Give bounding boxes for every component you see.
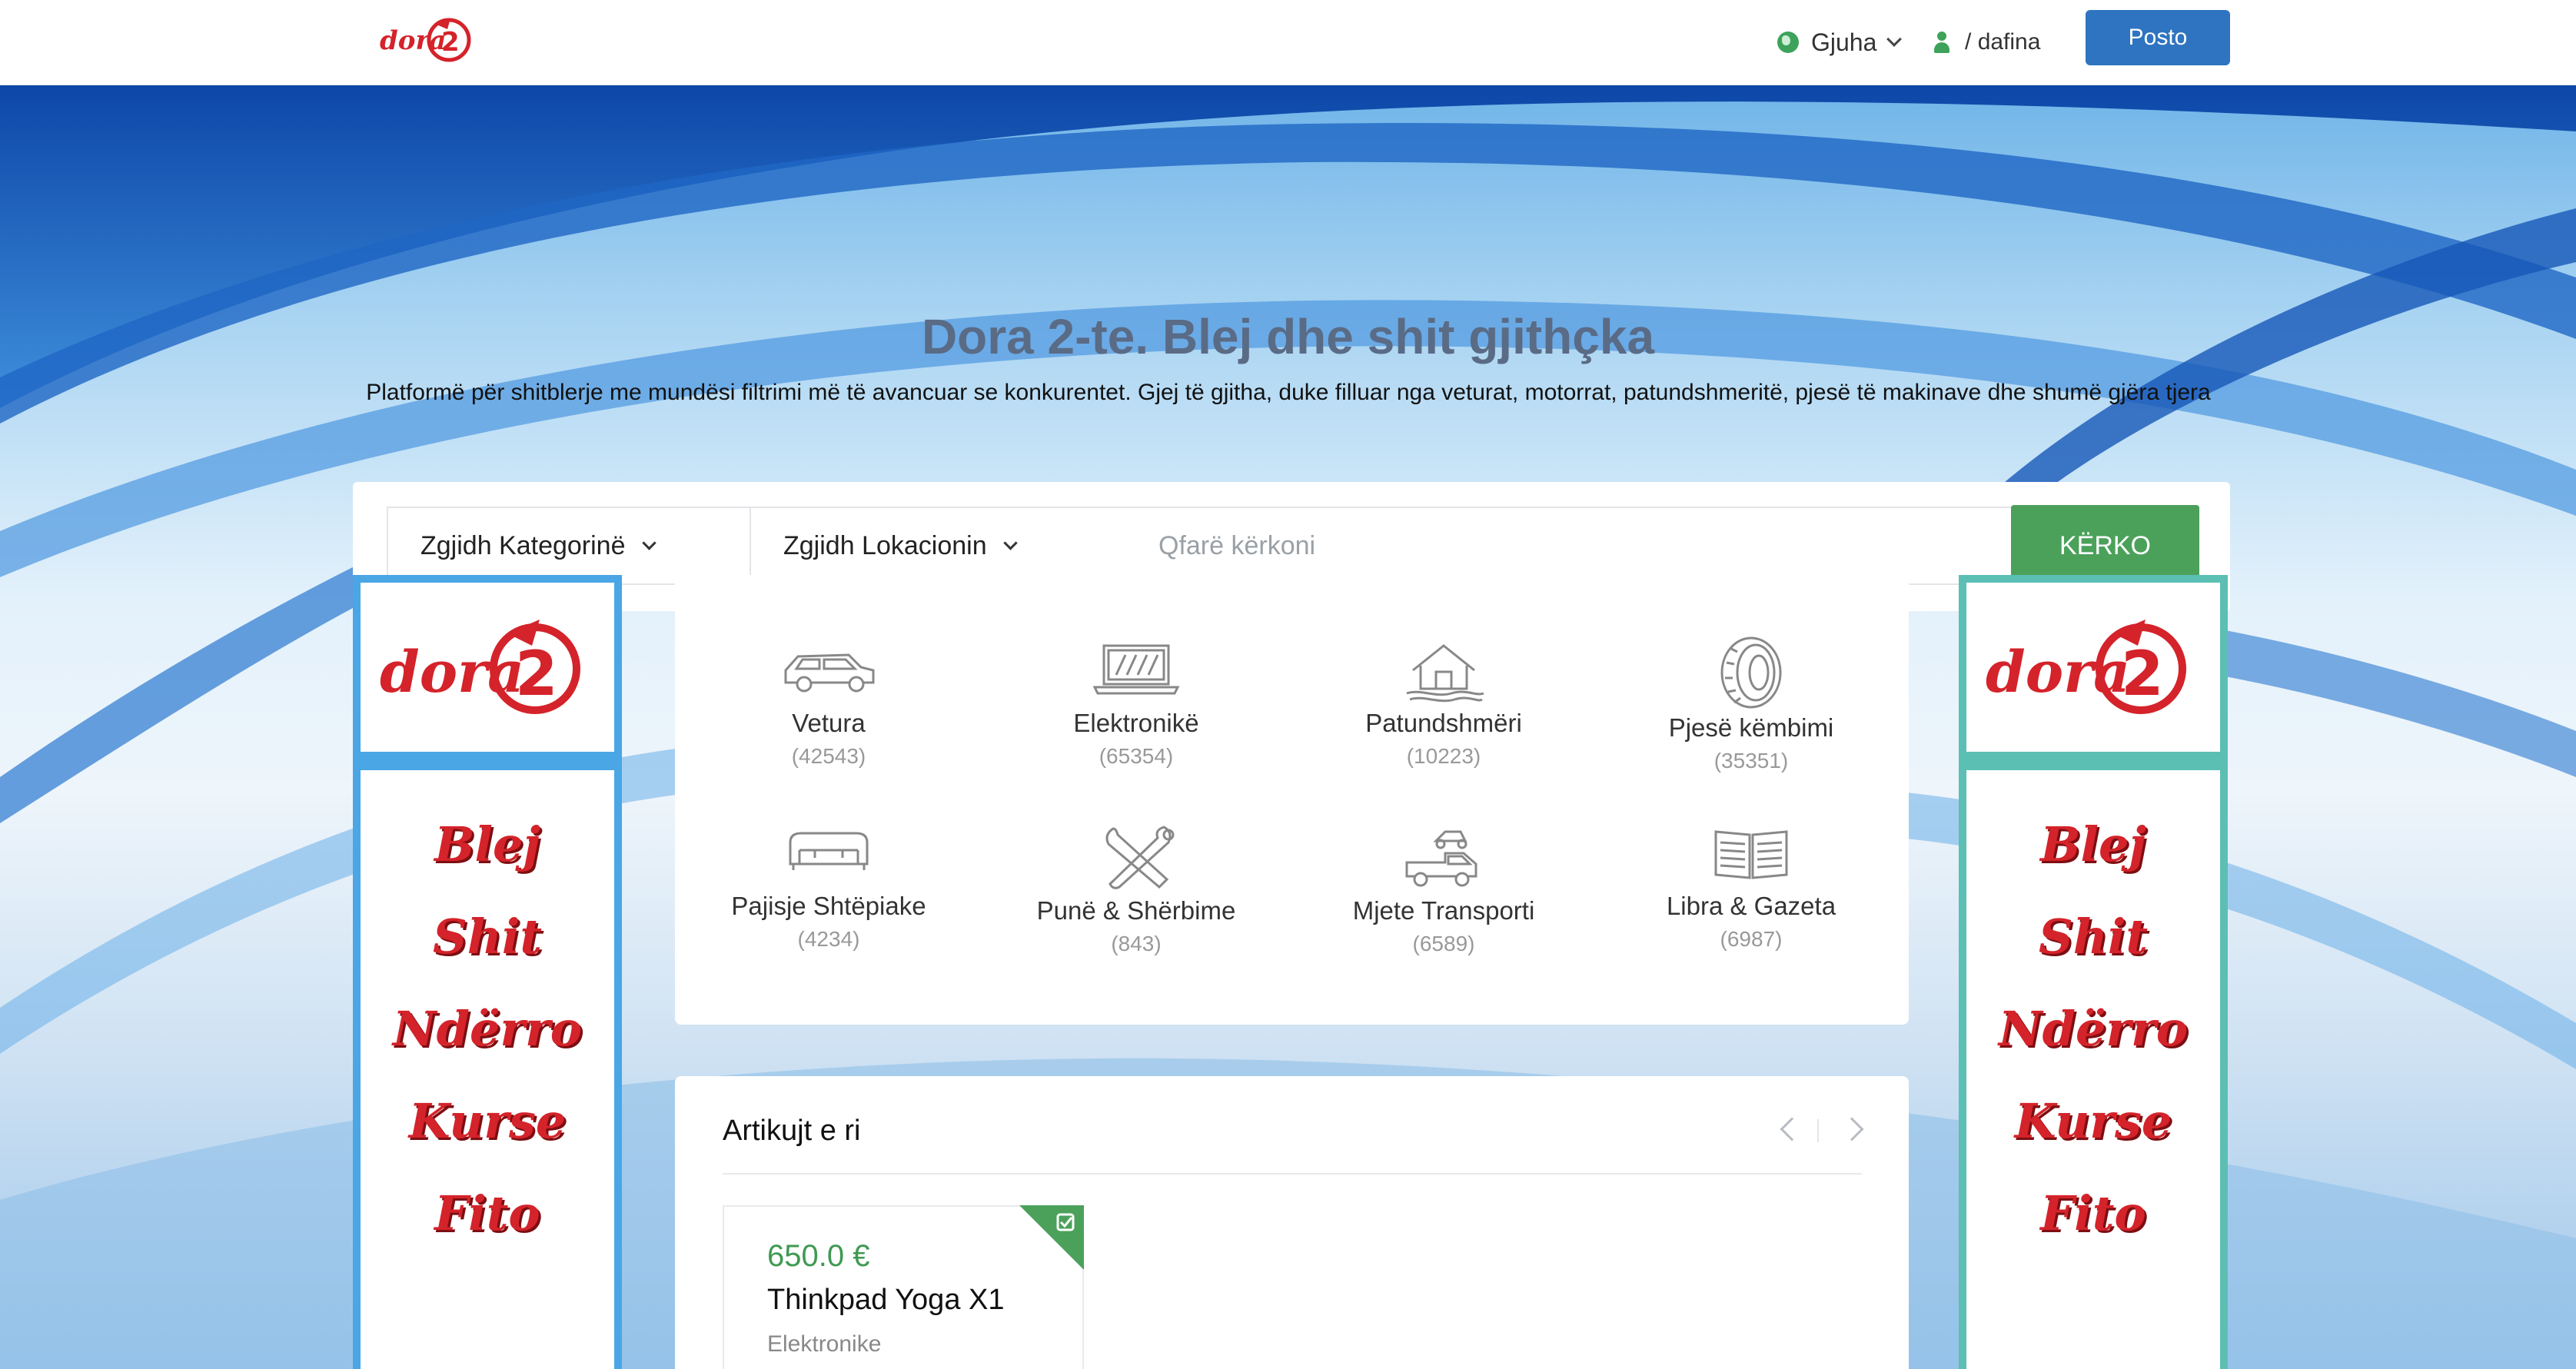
user-icon — [1934, 32, 1949, 53]
category-name: Vetura — [792, 709, 866, 737]
category-name: Mjete Transporti — [1352, 896, 1535, 925]
laptop-icon — [1092, 644, 1180, 695]
svg-text:dora: dora — [1986, 640, 2130, 706]
chevron-down-icon — [641, 535, 656, 550]
categories-panel: Vetura (42543) Elektronikë (65354) Patun… — [675, 575, 1909, 1025]
chevron-down-icon — [1002, 535, 1018, 550]
banner-words: Blej Shit Ndërro Kurse Fito — [361, 770, 614, 1369]
category-name: Punë & Shërbime — [1036, 896, 1236, 925]
dora2-logo-image: dora 2 — [1986, 620, 2186, 714]
book-icon — [1714, 830, 1788, 879]
new-items-panel: Artikujt e ri 650.0 € Thinkpad Yoga X1 E… — [675, 1076, 1909, 1369]
category-count: (42543) — [791, 744, 866, 768]
banner-word: Ndërro — [392, 1001, 583, 1057]
category-name: Libra & Gazeta — [1666, 892, 1836, 920]
category-mjete-transporti[interactable]: Mjete Transporti (6589) — [1290, 818, 1597, 956]
banner-word: Shit — [2038, 909, 2149, 965]
dora2-logo-image: dora 2 — [380, 18, 471, 62]
category-count: (6589) — [1412, 932, 1475, 955]
item-card[interactable]: 650.0 € Thinkpad Yoga X1 Elektronike — [723, 1205, 1084, 1369]
banner-word: Ndërro — [1998, 1001, 2189, 1057]
banner-logo: dora 2 — [1966, 583, 2220, 752]
banner-word: Fito — [434, 1185, 540, 1241]
category-count: (10223) — [1406, 744, 1481, 768]
item-title[interactable]: Thinkpad Yoga X1 — [767, 1284, 1005, 1317]
chevron-right-icon[interactable] — [1840, 1117, 1864, 1141]
banner-word: Blej — [434, 816, 540, 872]
category-count: (65354) — [1099, 744, 1174, 768]
svg-text:dora: dora — [380, 25, 446, 56]
truck-icon — [1405, 830, 1477, 887]
banner-words: Blej Shit Ndërro Kurse Fito — [1966, 770, 2220, 1369]
banner-word: Kurse — [408, 1093, 567, 1149]
hero-subtitle: Platformë për shitblerje me mundësi filt… — [366, 380, 2211, 405]
user-name: dafina — [1977, 29, 2041, 55]
banner-word: Fito — [2040, 1185, 2146, 1241]
banner-word: Shit — [432, 909, 543, 965]
hero-title: Dora 2-te. Blej dhe shit gjithçka — [921, 309, 1655, 364]
category-count: (843) — [1111, 932, 1162, 955]
user-separator: / — [1965, 29, 1972, 55]
right-ad-banner[interactable]: dora 2 Blej Shit Ndërro Kurse Fito — [1959, 575, 2228, 1369]
car-icon — [784, 653, 875, 693]
banner-word: Kurse — [2014, 1093, 2172, 1149]
category-name: Elektronikë — [1073, 709, 1199, 737]
chevron-down-icon — [1886, 32, 1903, 47]
globe-icon — [1777, 32, 1799, 53]
banner-word: Blej — [2040, 816, 2146, 872]
category-count: (6987) — [1720, 927, 1783, 951]
category-name: Patundshmëri — [1365, 709, 1522, 737]
language-dropdown[interactable]: Gjuha — [1777, 9, 1903, 75]
category-name: Pajisje Shtëpiake — [731, 892, 926, 920]
svg-text:2: 2 — [2121, 638, 2164, 709]
language-label: Gjuha — [1811, 28, 1877, 56]
category-count: (4234) — [797, 927, 860, 951]
category-libra-gazeta[interactable]: Libra & Gazeta (6987) — [1597, 818, 1905, 952]
divider — [723, 1173, 1862, 1175]
item-price: 650.0 € — [767, 1239, 870, 1273]
svg-text:2: 2 — [515, 638, 558, 709]
search-input[interactable] — [1115, 507, 2059, 585]
svg-text:dora: dora — [380, 640, 524, 706]
banner-logo: dora 2 — [361, 583, 614, 752]
top-navbar: dora 2 Gjuha / dafina Posto — [0, 0, 2576, 85]
tools-icon — [1105, 826, 1175, 889]
category-patundshmeri[interactable]: Patundshmëri (10223) — [1290, 635, 1597, 769]
sofa-icon — [789, 832, 869, 870]
brand-logo[interactable]: dora 2 — [377, 14, 478, 65]
category-pune-sherbime[interactable]: Punë & Shërbime (843) — [982, 818, 1290, 956]
post-button[interactable]: Posto — [2086, 10, 2230, 65]
category-select-label: Zgjidh Kategorinë — [420, 530, 626, 560]
svg-text:2: 2 — [441, 27, 460, 58]
user-menu[interactable]: / dafina — [1934, 9, 2040, 75]
chevron-left-icon[interactable] — [1780, 1117, 1804, 1141]
category-pjese-kembimi[interactable]: Pjesë këmbimi (35351) — [1597, 635, 1905, 773]
item-category: Elektronike — [767, 1331, 882, 1357]
new-items-title: Artikujt e ri — [723, 1115, 861, 1147]
house-icon — [1406, 644, 1484, 703]
verified-badge — [1019, 1205, 1084, 1270]
category-vetura[interactable]: Vetura (42543) — [675, 635, 982, 769]
arrow-divider — [1817, 1119, 1819, 1142]
category-name: Pjesë këmbimi — [1668, 713, 1834, 742]
category-pajisje-shtepiake[interactable]: Pajisje Shtëpiake (4234) — [675, 818, 982, 952]
dora2-logo-image: dora 2 — [380, 620, 580, 714]
location-select[interactable]: Zgjidh Lokacionin — [750, 507, 1117, 585]
category-elektronike[interactable]: Elektronikë (65354) — [982, 635, 1290, 769]
left-ad-banner[interactable]: dora 2 Blej Shit Ndërro Kurse Fito — [353, 575, 622, 1369]
tire-icon — [1720, 636, 1782, 709]
category-select[interactable]: Zgjidh Kategorinë — [387, 507, 751, 585]
category-count: (35351) — [1713, 749, 1789, 773]
location-select-label: Zgjidh Lokacionin — [783, 530, 987, 560]
